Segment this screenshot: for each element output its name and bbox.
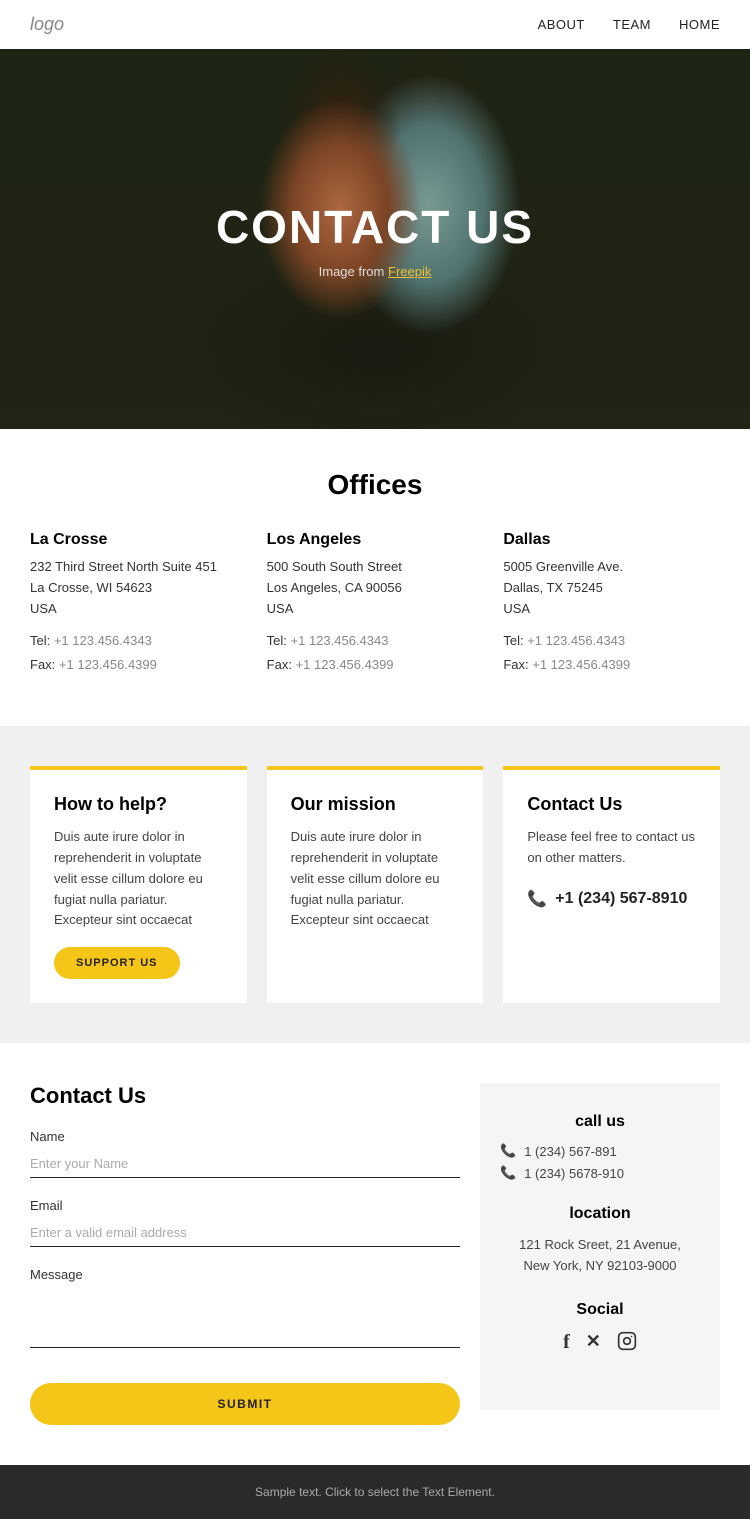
location-section: location 121 Rock Sreet, 21 Avenue, New …: [500, 1205, 700, 1277]
office-name: Dallas: [503, 531, 720, 549]
office-dallas: Dallas 5005 Greenville Ave.Dallas, TX 75…: [503, 531, 720, 676]
hero-caption-text: Image from: [319, 264, 385, 279]
social-icons: f ✕: [500, 1331, 700, 1356]
email-input[interactable]: [30, 1219, 460, 1247]
info-card-title: Our mission: [291, 794, 460, 815]
footer: Sample text. Click to select the Text El…: [0, 1465, 750, 1519]
info-card-contact: Contact Us Please feel free to contact u…: [503, 766, 720, 1003]
contact-section: Contact Us Name Email Message SUBMIT cal…: [0, 1043, 750, 1465]
nav-home[interactable]: HOME: [679, 17, 720, 32]
call-us-section: call us 📞 1 (234) 567-891 📞 1 (234) 5678…: [500, 1113, 700, 1181]
office-address: 232 Third Street North Suite 451La Cross…: [30, 557, 247, 619]
message-input[interactable]: [30, 1288, 460, 1348]
name-field: Name: [30, 1129, 460, 1178]
phone-highlight: 📞 +1 (234) 567-8910: [527, 889, 696, 909]
social-title: Social: [500, 1301, 700, 1319]
offices-section: Offices La Crosse 232 Third Street North…: [0, 429, 750, 696]
office-contact: Tel: +1 123.456.4343 Fax: +1 123.456.439…: [30, 629, 247, 676]
offices-grid: La Crosse 232 Third Street North Suite 4…: [30, 531, 720, 676]
phone-1: 1 (234) 567-891: [524, 1144, 617, 1159]
call-us-title: call us: [500, 1113, 700, 1131]
message-label: Message: [30, 1267, 460, 1282]
contact-info-panel: call us 📞 1 (234) 567-891 📞 1 (234) 5678…: [480, 1083, 720, 1410]
office-tel[interactable]: +1 123.456.4343: [291, 633, 389, 648]
address-line2: New York, NY 92103-9000: [524, 1258, 677, 1273]
office-los-angeles: Los Angeles 500 South South StreetLos An…: [267, 531, 484, 676]
office-fax[interactable]: +1 123.456.4399: [532, 657, 630, 672]
info-section: How to help? Duis aute irure dolor in re…: [0, 726, 750, 1043]
office-address: 500 South South StreetLos Angeles, CA 90…: [267, 557, 484, 619]
name-input[interactable]: [30, 1150, 460, 1178]
info-card-text: Duis aute irure dolor in reprehenderit i…: [291, 827, 460, 931]
location-title: location: [500, 1205, 700, 1223]
name-label: Name: [30, 1129, 460, 1144]
info-card-title: Contact Us: [527, 794, 696, 815]
support-button[interactable]: SUPPORT US: [54, 947, 180, 979]
email-field: Email: [30, 1198, 460, 1247]
phone-item-2: 📞 1 (234) 5678-910: [500, 1165, 700, 1181]
footer-text: Sample text. Click to select the Text El…: [255, 1485, 495, 1499]
twitter-x-icon[interactable]: ✕: [586, 1331, 601, 1356]
social-section: Social f ✕: [500, 1301, 700, 1356]
hero-section: CONTACT US Image from Freepik: [0, 49, 750, 429]
email-label: Email: [30, 1198, 460, 1213]
phone-2: 1 (234) 5678-910: [524, 1166, 624, 1181]
office-tel[interactable]: +1 123.456.4343: [54, 633, 152, 648]
phone-number: +1 (234) 567-8910: [555, 890, 687, 908]
office-name: Los Angeles: [267, 531, 484, 549]
location-address: 121 Rock Sreet, 21 Avenue, New York, NY …: [500, 1235, 700, 1277]
office-contact: Tel: +1 123.456.4343 Fax: +1 123.456.439…: [267, 629, 484, 676]
phone-item-1: 📞 1 (234) 567-891: [500, 1143, 700, 1159]
message-field: Message: [30, 1267, 460, 1353]
nav-links: ABOUT TEAM HOME: [538, 17, 720, 32]
info-grid: How to help? Duis aute irure dolor in re…: [30, 766, 720, 1003]
office-tel[interactable]: +1 123.456.4343: [527, 633, 625, 648]
office-address: 5005 Greenville Ave.Dallas, TX 75245USA: [503, 557, 720, 619]
offices-title: Offices: [30, 469, 720, 501]
office-fax[interactable]: +1 123.456.4399: [59, 657, 157, 672]
hero-title: CONTACT US: [216, 200, 534, 254]
office-name: La Crosse: [30, 531, 247, 549]
nav-team[interactable]: TEAM: [613, 17, 651, 32]
submit-button[interactable]: SUBMIT: [30, 1383, 460, 1425]
instagram-icon[interactable]: [617, 1331, 637, 1356]
navbar: logo ABOUT TEAM HOME: [0, 0, 750, 49]
info-card-text: Please feel free to contact us on other …: [527, 827, 696, 869]
office-fax[interactable]: +1 123.456.4399: [296, 657, 394, 672]
phone-icon-2: 📞: [500, 1165, 516, 1181]
info-card-mission: Our mission Duis aute irure dolor in rep…: [267, 766, 484, 1003]
info-card-text: Duis aute irure dolor in reprehenderit i…: [54, 827, 223, 931]
hero-content: CONTACT US Image from Freepik: [216, 200, 534, 279]
info-card-title: How to help?: [54, 794, 223, 815]
contact-form-title: Contact Us: [30, 1083, 460, 1109]
info-card-help: How to help? Duis aute irure dolor in re…: [30, 766, 247, 1003]
phone-icon: 📞: [527, 889, 547, 909]
nav-about[interactable]: ABOUT: [538, 17, 585, 32]
hero-caption: Image from Freepik: [216, 264, 534, 279]
logo: logo: [30, 14, 64, 35]
freepik-link[interactable]: Freepik: [388, 264, 431, 279]
office-contact: Tel: +1 123.456.4343 Fax: +1 123.456.439…: [503, 629, 720, 676]
address-line1: 121 Rock Sreet, 21 Avenue,: [519, 1237, 681, 1252]
facebook-icon[interactable]: f: [563, 1331, 570, 1356]
contact-form-wrapper: Contact Us Name Email Message SUBMIT: [30, 1083, 460, 1425]
phone-icon-1: 📞: [500, 1143, 516, 1159]
office-la-crosse: La Crosse 232 Third Street North Suite 4…: [30, 531, 247, 676]
